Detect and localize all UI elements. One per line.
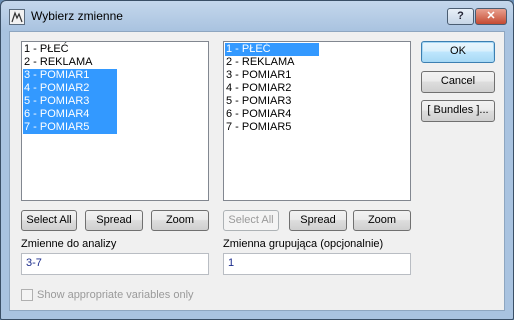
- variables-list-grouping[interactable]: 1 - PŁEĆ 2 - REKLAMA 3 - POMIAR1 4 - POM…: [223, 41, 411, 201]
- spread-button-right[interactable]: Spread: [289, 210, 347, 231]
- list-item[interactable]: 7 - POMIAR5: [23, 121, 117, 134]
- close-button[interactable]: ✕: [475, 8, 507, 25]
- list-item[interactable]: 6 - POMIAR4: [225, 108, 410, 121]
- list-item[interactable]: 2 - REKLAMA: [23, 56, 208, 69]
- ok-button[interactable]: OK: [421, 41, 495, 63]
- grouping-variable-field[interactable]: 1: [223, 253, 411, 275]
- list-item[interactable]: 1 - PŁEĆ: [225, 43, 319, 56]
- analysis-variables-field[interactable]: 3-7: [21, 253, 209, 275]
- analysis-variables-label: Zmienne do analizy: [21, 238, 117, 250]
- cancel-button[interactable]: Cancel: [421, 71, 495, 93]
- title-bar[interactable]: Wybierz zmienne ? ✕: [1, 1, 513, 31]
- list-item[interactable]: 5 - POMIAR3: [23, 95, 117, 108]
- list-item[interactable]: 6 - POMIAR4: [23, 108, 117, 121]
- list-item[interactable]: 1 - PŁEĆ: [23, 43, 208, 56]
- help-button[interactable]: ?: [447, 8, 474, 25]
- dialog-window: Wybierz zmienne ? ✕ 1 - PŁEĆ 2 - REKLAMA…: [0, 0, 514, 320]
- list-item[interactable]: 3 - POMIAR1: [23, 69, 117, 82]
- list-item[interactable]: 3 - POMIAR1: [225, 69, 410, 82]
- list-item[interactable]: 2 - REKLAMA: [225, 56, 410, 69]
- list-item[interactable]: 7 - POMIAR5: [225, 121, 410, 134]
- select-all-button-right: Select All: [223, 210, 279, 231]
- bundles-button[interactable]: [ Bundles ]...: [421, 100, 495, 122]
- zoom-button-left[interactable]: Zoom: [151, 210, 209, 231]
- statistica-app-icon: [9, 9, 25, 25]
- list-item[interactable]: 4 - POMIAR2: [23, 82, 117, 95]
- show-appropriate-checkbox: [21, 289, 33, 301]
- list-item[interactable]: 4 - POMIAR2: [225, 82, 410, 95]
- zoom-button-right[interactable]: Zoom: [353, 210, 411, 231]
- dialog-body: 1 - PŁEĆ 2 - REKLAMA 3 - POMIAR1 4 - POM…: [9, 31, 505, 311]
- select-all-button-left[interactable]: Select All: [21, 210, 77, 231]
- show-appropriate-label: Show appropriate variables only: [37, 289, 194, 301]
- list-item[interactable]: 5 - POMIAR3: [225, 95, 410, 108]
- grouping-variable-label: Zmienna grupująca (opcjonalnie): [223, 238, 384, 250]
- window-title: Wybierz zmienne: [31, 9, 123, 23]
- spread-button-left[interactable]: Spread: [85, 210, 143, 231]
- variables-list-analysis[interactable]: 1 - PŁEĆ 2 - REKLAMA 3 - POMIAR1 4 - POM…: [21, 41, 209, 201]
